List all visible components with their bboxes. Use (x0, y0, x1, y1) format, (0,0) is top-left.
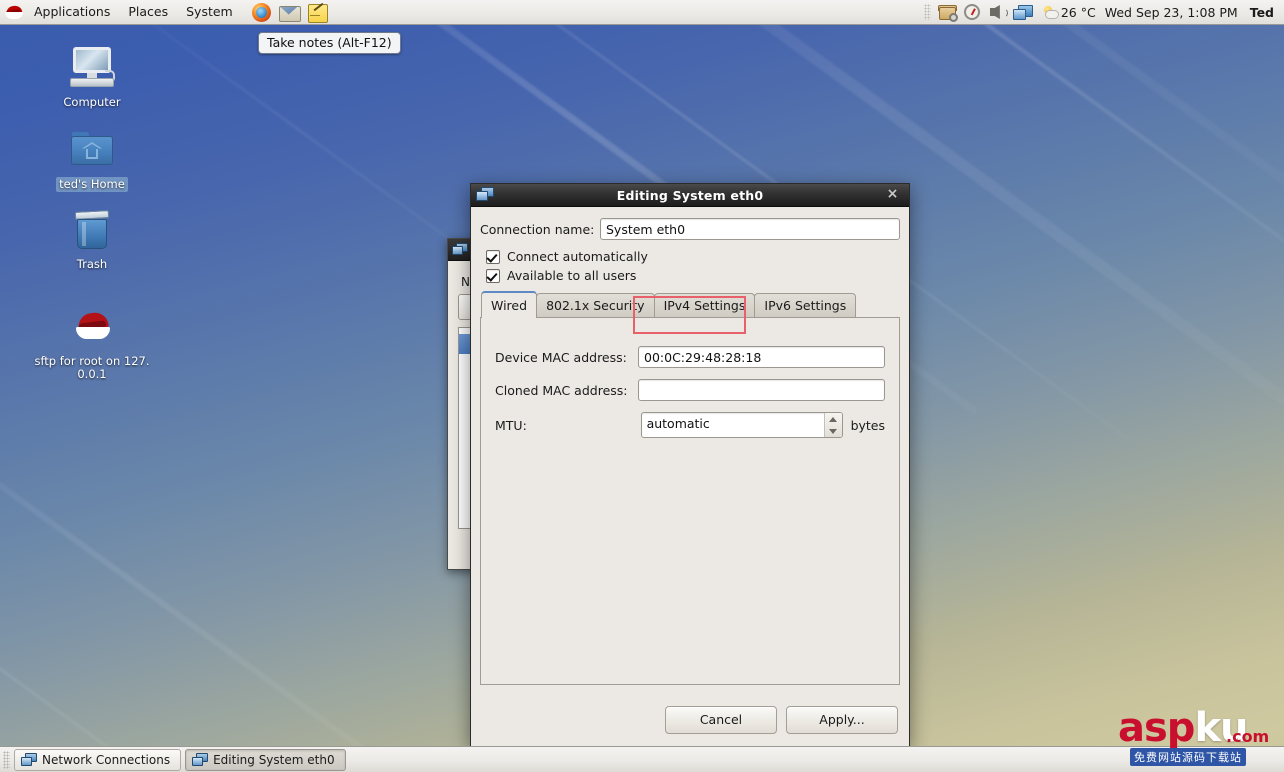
mtu-spin-buttons[interactable] (823, 413, 842, 437)
dialog-button-row: Cancel Apply... (665, 706, 898, 734)
available-to-all-users-row[interactable]: Available to all users (486, 268, 900, 283)
desktop-icon-computer[interactable]: Computer (38, 44, 146, 110)
dialog-title: Editing System eth0 (616, 187, 764, 203)
dialog-body: Connection name: System eth0 Connect aut… (471, 207, 909, 685)
clock[interactable]: Wed Sep 23, 1:08 PM (1105, 5, 1238, 20)
cloned-mac-row: Cloned MAC address: (495, 379, 885, 401)
mtu-label: MTU: (495, 417, 527, 433)
device-mac-input[interactable]: 00:0C:29:48:28:18 (638, 346, 885, 368)
network-connection-icon (21, 752, 37, 767)
taskbar-item-label: Network Connections (42, 752, 171, 767)
performance-meter-icon[interactable] (962, 2, 983, 22)
firefox-launcher-icon[interactable] (250, 2, 272, 23)
mtu-units-label: bytes (850, 417, 885, 433)
top-panel[interactable]: Applications Places System 26 °C Wed Sep… (0, 0, 1284, 25)
cancel-button[interactable]: Cancel (665, 706, 777, 734)
menu-places[interactable]: Places (120, 1, 176, 23)
cloned-mac-label: Cloned MAC address: (495, 382, 628, 398)
mtu-spinner[interactable]: automatic (640, 412, 843, 438)
editing-connection-dialog[interactable]: Editing System eth0 × Connection name: S… (470, 183, 910, 747)
mtu-value[interactable]: automatic (642, 413, 824, 437)
chevron-down-icon[interactable] (829, 428, 838, 434)
connection-name-row: Connection name: System eth0 (480, 218, 900, 240)
redhat-logo-icon[interactable] (5, 3, 23, 21)
temperature-label: 26 °C (1060, 4, 1096, 20)
tab-wired[interactable]: Wired (481, 291, 538, 318)
notes-launcher-icon[interactable] (306, 2, 328, 23)
taskbar-item-label: Editing System eth0 (213, 752, 335, 767)
taskbar-network-connections[interactable]: Network Connections (14, 748, 182, 771)
settings-tabs: Wired 802.1x Security IPv4 Settings IPv6… (481, 291, 900, 318)
user-menu[interactable]: Ted (1250, 5, 1274, 20)
connect-automatically-label: Connect automatically (507, 249, 648, 264)
desktop-icon-label: Trash (76, 257, 108, 271)
desktop-icon-label: sftp for root on 127. 0.0.1 (34, 354, 150, 381)
wallpaper-streak (0, 420, 389, 772)
desktop-icon-home[interactable]: ted's Home (38, 126, 146, 192)
mtu-row: MTU: automatic bytes (495, 412, 885, 438)
connect-automatically-row[interactable]: Connect automatically (486, 249, 900, 264)
device-mac-row: Device MAC address: 00:0C:29:48:28:18 (495, 346, 885, 368)
volume-icon[interactable] (987, 2, 1008, 22)
tab-ipv6-settings[interactable]: IPv6 Settings (754, 293, 857, 318)
desktop-icon-label: ted's Home (56, 177, 128, 192)
wallpaper-streak (857, 0, 1284, 234)
weather-indicator[interactable]: 26 °C (1043, 5, 1096, 20)
desktop-icon-trash[interactable]: Trash (38, 206, 146, 272)
chevron-up-icon[interactable] (829, 416, 838, 422)
dialog-titlebar[interactable]: Editing System eth0 × (471, 184, 909, 207)
apply-button[interactable]: Apply... (786, 706, 898, 734)
device-mac-label: Device MAC address: (495, 349, 627, 365)
tab-8021x-security[interactable]: 802.1x Security (536, 293, 655, 318)
bottom-panel[interactable]: Network Connections Editing System eth0 (0, 746, 1284, 772)
desktop-icon-sftp[interactable]: sftp for root on 127. 0.0.1 (28, 303, 156, 382)
package-update-icon[interactable] (937, 2, 958, 22)
sun-cloud-icon (1043, 5, 1059, 19)
connection-name-label: Connection name: (480, 221, 595, 237)
tab-ipv4-settings[interactable]: IPv4 Settings (653, 293, 756, 318)
wired-tab-panel: Device MAC address: 00:0C:29:48:28:18 Cl… (480, 317, 900, 685)
sftp-mount-icon (68, 303, 116, 351)
taskbar-grip-handle[interactable] (3, 750, 10, 769)
cloned-mac-input[interactable] (638, 379, 885, 401)
tray-grip-handle[interactable] (923, 4, 931, 20)
menu-applications[interactable]: Applications (26, 1, 118, 23)
network-connection-icon (476, 187, 494, 202)
taskbar-editing-system-eth0[interactable]: Editing System eth0 (185, 748, 346, 771)
connect-automatically-checkbox[interactable] (486, 249, 500, 264)
close-icon[interactable]: × (884, 186, 901, 203)
available-to-all-users-checkbox[interactable] (486, 268, 500, 283)
tooltip: Take notes (Alt-F12) (258, 32, 401, 54)
computer-icon (68, 44, 116, 92)
network-icon[interactable] (1012, 2, 1033, 22)
connection-name-input[interactable]: System eth0 (600, 218, 900, 240)
available-to-all-users-label: Available to all users (507, 268, 637, 283)
home-folder-icon (68, 126, 116, 174)
trash-icon (68, 206, 116, 254)
evolution-launcher-icon[interactable] (278, 2, 301, 23)
network-connection-icon (192, 752, 209, 767)
network-connection-icon (452, 242, 468, 256)
desktop-icon-label: Computer (63, 95, 121, 109)
menu-system[interactable]: System (178, 1, 241, 23)
